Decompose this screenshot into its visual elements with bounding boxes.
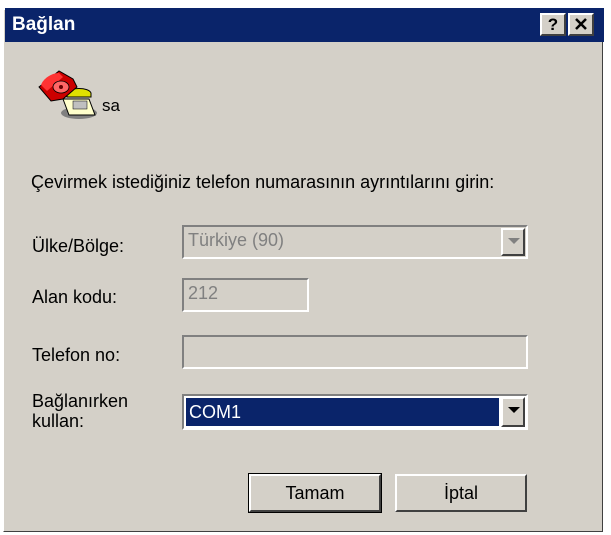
instructions-text: Çevirmek istediğiniz telefon numarasının… bbox=[31, 172, 495, 192]
country-value: Türkiye (90) bbox=[188, 230, 285, 250]
close-button[interactable] bbox=[568, 13, 594, 36]
entry-name: sa bbox=[102, 96, 120, 115]
country-label: Ülke/Bölge: bbox=[32, 236, 125, 256]
cancel-button[interactable]: İptal bbox=[395, 474, 527, 512]
country-dropdown-button[interactable] bbox=[501, 228, 525, 256]
chevron-down-icon bbox=[508, 407, 520, 413]
ok-button[interactable]: Tamam bbox=[248, 473, 382, 513]
connect-using-dropdown-button[interactable] bbox=[501, 397, 525, 427]
phone-icon bbox=[38, 70, 97, 119]
window-title: Bağlan bbox=[12, 14, 76, 35]
phone-number-label: Telefon no: bbox=[32, 345, 121, 365]
connect-using-label: Bağlanırken kullan: bbox=[32, 391, 128, 431]
chevron-down-icon bbox=[508, 238, 520, 244]
title-bar[interactable]: Bağlan ? bbox=[5, 8, 604, 42]
connect-using-value: COM1 bbox=[186, 398, 499, 426]
connect-using-label-line1: Bağlanırken bbox=[32, 391, 129, 411]
area-code-value: 212 bbox=[188, 283, 219, 303]
help-button[interactable]: ? bbox=[540, 13, 566, 36]
area-code-label: Alan kodu: bbox=[32, 287, 118, 307]
phone-number-field[interactable] bbox=[182, 335, 528, 369]
connect-using-label-line2: kullan: bbox=[32, 411, 85, 431]
close-icon bbox=[575, 18, 587, 30]
country-dropdown[interactable]: Türkiye (90) bbox=[182, 225, 528, 259]
area-code-field[interactable]: 212 bbox=[182, 278, 309, 312]
connect-using-dropdown[interactable]: COM1 bbox=[182, 394, 528, 430]
